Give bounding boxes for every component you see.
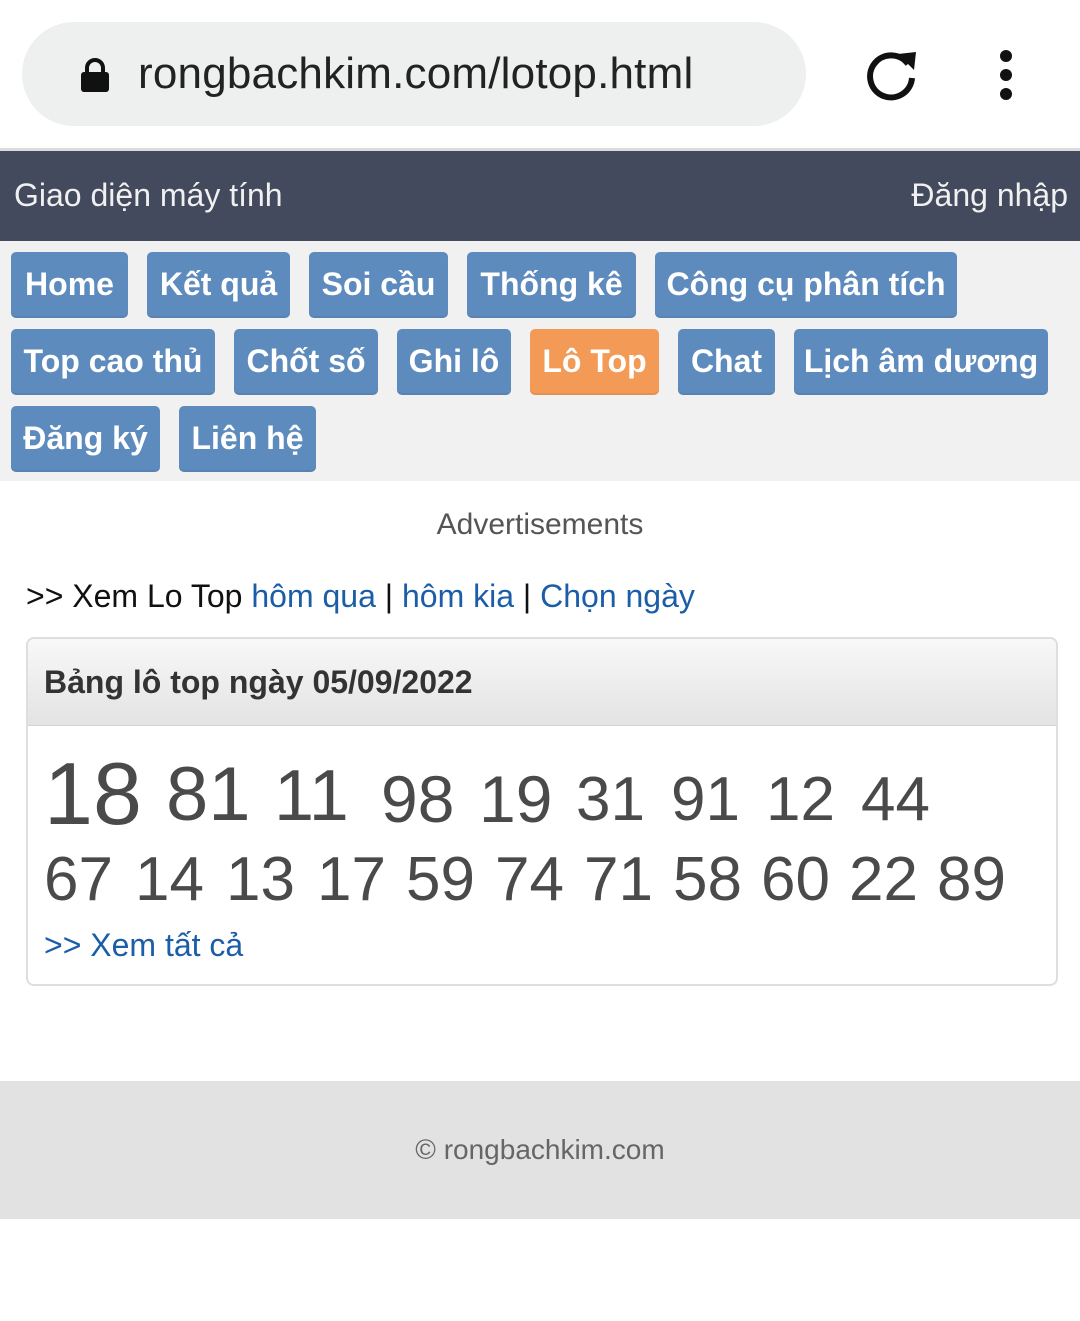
- address-bar[interactable]: rongbachkim.com/lotop.html: [22, 22, 806, 126]
- nav-lich-am-duong[interactable]: Lịch âm dương: [794, 329, 1048, 395]
- link-day-before[interactable]: hôm kia: [402, 578, 514, 614]
- nav-chot-so[interactable]: Chốt số: [234, 329, 378, 395]
- link-yesterday[interactable]: hôm qua: [251, 578, 376, 614]
- url-text[interactable]: rongbachkim.com/lotop.html: [138, 22, 693, 126]
- nav-dang-ky[interactable]: Đăng ký: [11, 406, 160, 472]
- nav-home[interactable]: Home: [11, 252, 128, 318]
- lo-top-panel: Bảng lô top ngày 05/09/2022 18 81 11 98 …: [26, 637, 1058, 986]
- site-topbar: Giao diện máy tính Đăng nhập: [0, 151, 1080, 241]
- lo-number[interactable]: 58: [673, 844, 742, 915]
- nav-cong-cu-phan-tich[interactable]: Công cụ phân tích: [655, 252, 957, 318]
- link-choose-date[interactable]: Chọn ngày: [540, 578, 695, 614]
- advertisements-label: Advertisements: [436, 508, 644, 541]
- lo-number[interactable]: 19: [479, 761, 552, 837]
- lo-number[interactable]: 22: [849, 844, 918, 915]
- lock-icon: [81, 58, 109, 92]
- lo-number[interactable]: 67: [44, 844, 113, 915]
- lo-number[interactable]: 89: [937, 844, 1006, 915]
- nav-ghi-lo[interactable]: Ghi lô: [397, 329, 511, 395]
- links-separator: |: [514, 578, 541, 614]
- lo-number[interactable]: 98: [381, 761, 454, 837]
- lo-number[interactable]: 71: [584, 844, 653, 915]
- lo-number[interactable]: 18: [44, 743, 142, 845]
- lo-number[interactable]: 44: [861, 764, 930, 835]
- nav-thong-ke[interactable]: Thống kê: [467, 252, 636, 318]
- lo-number[interactable]: 81: [166, 751, 251, 838]
- nav-lo-top[interactable]: Lô Top: [530, 329, 659, 395]
- desktop-view-link[interactable]: Giao diện máy tính: [14, 151, 283, 239]
- reload-icon[interactable]: [862, 46, 920, 104]
- lo-number[interactable]: 59: [406, 844, 475, 915]
- links-separator: |: [375, 578, 402, 614]
- see-all-link[interactable]: >> Xem tất cả: [44, 927, 243, 964]
- lo-number[interactable]: 31: [576, 764, 645, 835]
- more-vert-icon[interactable]: [990, 48, 1022, 104]
- panel-header: Bảng lô top ngày 05/09/2022: [28, 639, 1056, 726]
- nav-ket-qua[interactable]: Kết quả: [147, 252, 290, 318]
- lo-number[interactable]: 17: [317, 844, 386, 915]
- login-link[interactable]: Đăng nhập: [911, 151, 1068, 239]
- lo-number[interactable]: 12: [766, 764, 835, 835]
- panel-title: Bảng lô top ngày 05/09/2022: [44, 664, 473, 700]
- lo-number[interactable]: 91: [671, 764, 740, 835]
- footer: © rongbachkim.com: [0, 1081, 1080, 1219]
- nav-top-cao-thu[interactable]: Top cao thủ: [11, 329, 215, 395]
- browser-chrome: rongbachkim.com/lotop.html: [0, 0, 1080, 148]
- footer-copyright: © rongbachkim.com: [415, 1134, 665, 1165]
- nav-lien-he[interactable]: Liên hệ: [179, 406, 316, 472]
- lo-number[interactable]: 13: [226, 844, 295, 915]
- links-prefix: >> Xem Lo Top: [26, 578, 252, 614]
- nav-chat[interactable]: Chat: [678, 329, 775, 395]
- lo-number[interactable]: 14: [135, 844, 204, 915]
- date-links: >> Xem Lo Top hôm qua | hôm kia | Chọn n…: [26, 578, 695, 615]
- lo-number[interactable]: 60: [761, 844, 830, 915]
- lo-number[interactable]: 11: [274, 755, 349, 837]
- lo-number[interactable]: 74: [495, 844, 564, 915]
- main-nav: Home Kết quả Soi cầu Thống kê Công cụ ph…: [0, 241, 1080, 481]
- nav-soi-cau[interactable]: Soi cầu: [309, 252, 448, 318]
